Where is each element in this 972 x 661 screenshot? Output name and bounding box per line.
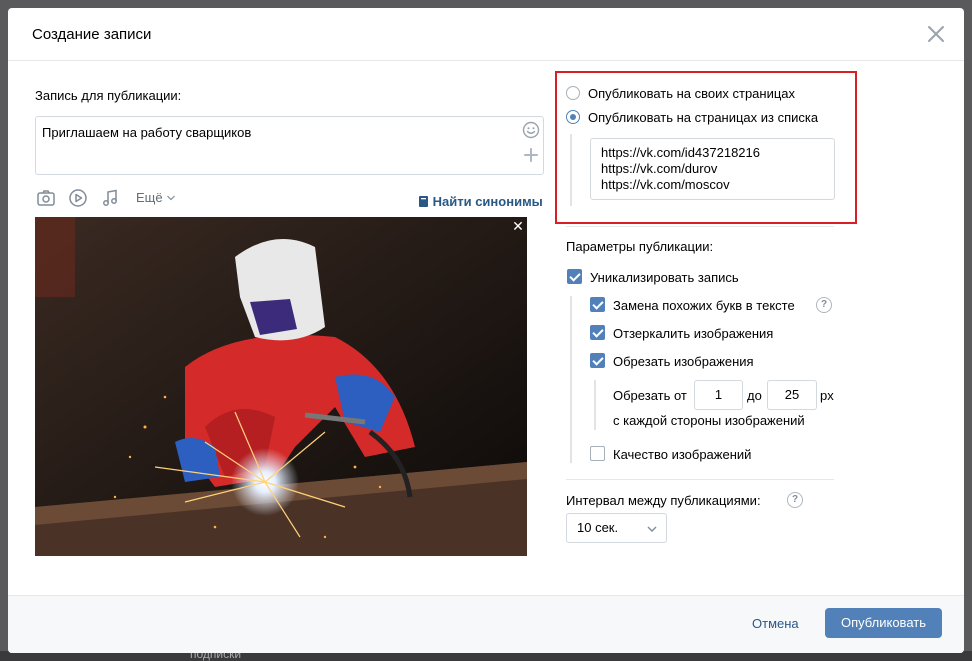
- remove-photo-icon[interactable]: ✕: [511, 219, 525, 233]
- crop-from-input[interactable]: 1: [694, 380, 743, 410]
- url-item: https://vk.com/durov: [601, 161, 718, 176]
- params-section-label: Параметры публикации:: [566, 239, 714, 254]
- attached-photo: ✕: [35, 217, 527, 556]
- indent-line: [570, 134, 572, 206]
- more-button[interactable]: Ещё: [136, 190, 176, 205]
- crop-note: с каждой стороны изображений: [613, 413, 805, 428]
- url-item: https://vk.com/id437218216: [601, 145, 760, 160]
- quality-checkbox[interactable]: [590, 446, 605, 461]
- radio-list-pages-label[interactable]: Опубликовать на страницах из списка: [588, 110, 818, 125]
- book-icon: [419, 196, 428, 207]
- crop-to-input[interactable]: 25: [767, 380, 817, 410]
- crop-to-label: до: [747, 388, 762, 403]
- radio-own-pages-label[interactable]: Опубликовать на своих страницах: [588, 86, 795, 101]
- crop-checkbox[interactable]: [590, 353, 605, 368]
- emoji-icon[interactable]: [522, 121, 540, 139]
- music-icon[interactable]: [100, 188, 120, 208]
- close-icon[interactable]: [924, 22, 948, 46]
- quality-label[interactable]: Качество изображений: [613, 447, 751, 462]
- url-list-field[interactable]: https://vk.com/id437218216 https://vk.co…: [590, 138, 835, 200]
- help-icon[interactable]: ?: [787, 492, 803, 508]
- replace-letters-label[interactable]: Замена похожих букв в тексте: [613, 298, 795, 313]
- attach-plus-icon[interactable]: [523, 147, 539, 163]
- crop-from-label: Обрезать от: [613, 388, 687, 403]
- unique-checkbox[interactable]: [567, 269, 582, 284]
- post-text-field[interactable]: Приглашаем на работу сварщиков: [35, 116, 544, 175]
- camera-icon[interactable]: [36, 188, 56, 208]
- mirror-label[interactable]: Отзеркалить изображения: [613, 326, 773, 341]
- cancel-button[interactable]: Отмена: [752, 616, 799, 631]
- modal-title: Создание записи: [32, 26, 152, 43]
- help-icon[interactable]: ?: [816, 297, 832, 313]
- interval-label: Интервал между публикациями:: [566, 493, 761, 508]
- crop-unit: px: [820, 388, 834, 403]
- post-text: Приглашаем на работу сварщиков: [42, 125, 252, 140]
- interval-select[interactable]: 10 сек.: [566, 513, 667, 543]
- modal-footer: Отмена Опубликовать: [8, 595, 964, 653]
- interval-value: 10 сек.: [577, 520, 619, 535]
- create-post-modal: Создание записи Запись для публикации: П…: [8, 8, 964, 653]
- chevron-down-icon: [167, 195, 176, 201]
- radio-own-pages[interactable]: [566, 86, 580, 100]
- unique-label[interactable]: Уникализировать запись: [590, 270, 739, 285]
- post-section-label: Запись для публикации:: [35, 88, 182, 103]
- video-icon[interactable]: [68, 188, 88, 208]
- modal-header: Создание записи: [8, 8, 964, 61]
- crop-label[interactable]: Обрезать изображения: [613, 354, 754, 369]
- divider: [566, 479, 834, 480]
- mirror-checkbox[interactable]: [590, 325, 605, 340]
- url-item: https://vk.com/moscov: [601, 177, 730, 192]
- divider: [566, 226, 834, 227]
- replace-letters-checkbox[interactable]: [590, 297, 605, 312]
- indent-line: [594, 380, 596, 430]
- chevron-down-icon: [647, 526, 657, 532]
- welder-photo: [35, 217, 527, 556]
- publish-button[interactable]: Опубликовать: [825, 608, 942, 638]
- radio-list-pages[interactable]: [566, 110, 580, 124]
- indent-line: [570, 296, 572, 463]
- find-synonyms-link[interactable]: Найти синонимы: [418, 194, 543, 209]
